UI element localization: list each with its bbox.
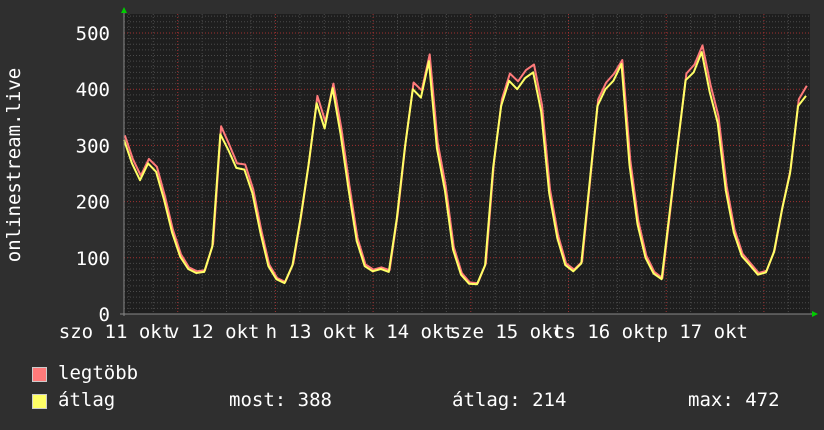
- legend-swatch-avg: [32, 394, 47, 409]
- legend-label-max: legtöbb: [58, 362, 139, 384]
- x-tick-label: cs 16 okt: [553, 321, 656, 343]
- y-tick-label: 100: [76, 248, 110, 270]
- y-tick-label: 300: [76, 135, 110, 157]
- x-tick-label: v 12 okt: [168, 321, 260, 343]
- x-tick-label: szo 11 okt: [59, 321, 173, 343]
- stat-maximum: max: 472: [688, 389, 780, 411]
- x-ticks: szo 11 oktv 12 okt h 13 okt k 14 oktsze 15…: [59, 321, 748, 343]
- x-tick-label: k 14 okt: [363, 321, 455, 343]
- y-tick-label: 500: [76, 23, 110, 45]
- y-axis-arrow-icon: [121, 7, 127, 13]
- x-tick-label: p 17 okt: [656, 321, 748, 343]
- x-tick-label: sze 15 okt: [450, 321, 564, 343]
- stat-current: most: 388: [229, 389, 332, 411]
- y-tick-label: 400: [76, 79, 110, 101]
- y-ticks: 0100200300400500: [76, 23, 110, 326]
- legend-swatch-max: [32, 367, 47, 382]
- rrd-graph: 0 100 200 300 400 500 szo 11 okt v 12 okt h 13 …: [0, 0, 824, 430]
- y-tick-label: 200: [76, 192, 110, 214]
- x-axis-arrow-icon: [812, 311, 818, 317]
- stat-average: átlag: 214: [452, 389, 567, 411]
- legend-label-avg: átlag: [58, 389, 116, 411]
- x-tick-label: h 13 okt: [266, 321, 358, 343]
- y-axis-label: onlinestream.live: [3, 68, 25, 262]
